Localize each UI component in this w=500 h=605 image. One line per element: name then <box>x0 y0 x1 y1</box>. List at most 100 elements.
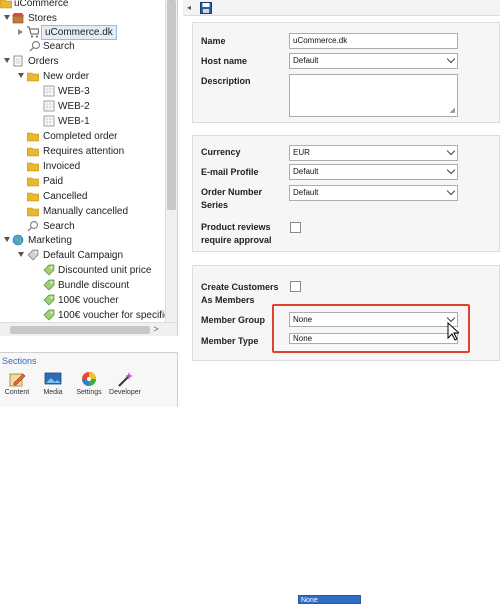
section-label: Settings <box>76 389 102 396</box>
tree-label: 100€ voucher for specific p <box>58 310 178 321</box>
order-document-icon <box>43 85 55 97</box>
folder-icon <box>27 192 39 202</box>
email-profile-select[interactable]: Default <box>289 164 458 180</box>
host-name-label: Host name <box>201 56 248 66</box>
sections-panel: Sections Content Media Settings Develope… <box>0 352 178 407</box>
content-icon <box>9 373 26 387</box>
email-profile-label: E-mail Profile <box>201 167 259 177</box>
order-number-value: Default <box>293 188 319 197</box>
tree-label: Search <box>43 221 75 232</box>
highlight-box <box>272 304 470 353</box>
save-icon[interactable] <box>200 2 212 14</box>
order-number-series-select[interactable]: Default <box>289 185 458 201</box>
section-label: Media <box>43 389 63 396</box>
media-icon <box>44 372 62 385</box>
product-reviews-label-line1: Product reviews <box>201 222 271 232</box>
globe-icon <box>12 234 24 246</box>
sections-title: Sections <box>2 356 37 366</box>
folder-icon <box>27 147 39 157</box>
order-document-icon <box>43 100 55 112</box>
tree-label: Requires attention <box>43 146 125 157</box>
store-settings-box: Currency EUR E-mail Profile Default Orde… <box>192 135 500 252</box>
section-settings[interactable]: Settings <box>72 371 106 396</box>
product-reviews-label-line2: require approval <box>201 235 272 245</box>
cart-icon <box>27 26 39 38</box>
tag-icon <box>43 264 55 276</box>
store-icon <box>12 13 24 24</box>
developer-wand-icon <box>118 372 133 387</box>
expand-icon[interactable] <box>4 58 10 63</box>
expand-icon[interactable] <box>4 15 10 20</box>
folder-icon <box>27 177 39 187</box>
collapse-arrow-icon[interactable]: ◂ <box>187 3 191 12</box>
tree-vertical-scrollbar[interactable] <box>165 0 177 322</box>
store-details-box: Name uCommerce.dk Host name Default Desc… <box>192 22 500 123</box>
expand-icon[interactable] <box>18 252 24 257</box>
tree-label: uCommerce.dk <box>41 25 117 40</box>
search-icon <box>29 40 41 52</box>
tag-icon <box>43 309 55 321</box>
search-icon <box>27 220 39 232</box>
tree-label: 100€ voucher <box>58 295 119 306</box>
chevron-down-icon <box>446 146 456 156</box>
description-textarea[interactable]: ◢ <box>289 74 458 117</box>
folder-icon <box>27 72 39 82</box>
name-input[interactable]: uCommerce.dk <box>289 33 458 49</box>
create-customers-checkbox[interactable] <box>290 281 301 292</box>
tag-icon <box>43 279 55 291</box>
expand-icon[interactable] <box>18 73 24 78</box>
create-customers-label-line1: Create Customers <box>201 282 279 292</box>
order-document-icon <box>43 115 55 127</box>
name-label: Name <box>201 36 226 46</box>
tree-label: Cancelled <box>43 191 88 202</box>
expand-icon[interactable] <box>4 237 10 242</box>
folder-icon <box>0 0 12 9</box>
section-label: Developer <box>109 389 141 396</box>
scrollbar-thumb[interactable] <box>167 0 176 210</box>
tree-label: Search <box>43 41 75 52</box>
tree-label: WEB-2 <box>58 101 90 112</box>
host-name-select[interactable]: Default <box>289 53 458 69</box>
editor-toolbar: ◂ <box>183 0 500 16</box>
order-number-label-line2: Series <box>201 200 229 210</box>
tree-label: Default Campaign <box>43 250 124 261</box>
section-developer[interactable]: Developer <box>108 371 142 396</box>
host-name-value: Default <box>293 56 319 65</box>
email-profile-value: Default <box>293 167 319 176</box>
folder-icon <box>27 162 39 172</box>
tree-label: WEB-1 <box>58 116 90 127</box>
tree-label: Completed order <box>43 131 118 142</box>
section-label: Content <box>4 389 30 396</box>
scroll-right-arrow[interactable]: > <box>150 323 162 336</box>
tag-icon <box>43 294 55 306</box>
mouse-cursor-icon <box>447 322 459 341</box>
chevron-down-icon <box>446 186 456 196</box>
resize-grip-icon[interactable]: ◢ <box>450 106 455 114</box>
product-reviews-checkbox[interactable] <box>290 222 301 233</box>
tree-panel: uCommerce Stores uCommerce.dk Search Ord… <box>0 0 178 336</box>
section-content[interactable]: Content <box>0 371 34 396</box>
description-label: Description <box>201 76 251 86</box>
tree-label: Stores <box>28 13 57 24</box>
orders-icon <box>13 55 23 67</box>
tree-label: WEB-3 <box>58 86 90 97</box>
tree-label: Marketing <box>28 235 72 246</box>
scrollbar-thumb[interactable] <box>10 326 150 334</box>
order-number-label-line1: Order Number <box>201 187 263 197</box>
member-group-label: Member Group <box>201 315 266 325</box>
currency-label: Currency <box>201 147 241 157</box>
section-media[interactable]: Media <box>36 371 70 396</box>
campaign-icon <box>27 249 39 261</box>
tree-label: Bundle discount <box>58 280 130 291</box>
tree-horizontal-scrollbar[interactable]: > <box>0 322 177 336</box>
folder-icon <box>27 132 39 142</box>
member-type-label: Member Type <box>201 336 259 346</box>
currency-value: EUR <box>293 148 310 157</box>
chevron-down-icon <box>446 54 456 64</box>
create-customers-label-line2: As Members <box>201 295 255 305</box>
currency-select[interactable]: EUR <box>289 145 458 161</box>
folder-icon <box>27 207 39 217</box>
member-group-dropdown-option[interactable]: None <box>298 595 361 604</box>
tree-label: New order <box>43 71 90 82</box>
expand-icon[interactable] <box>18 29 23 35</box>
